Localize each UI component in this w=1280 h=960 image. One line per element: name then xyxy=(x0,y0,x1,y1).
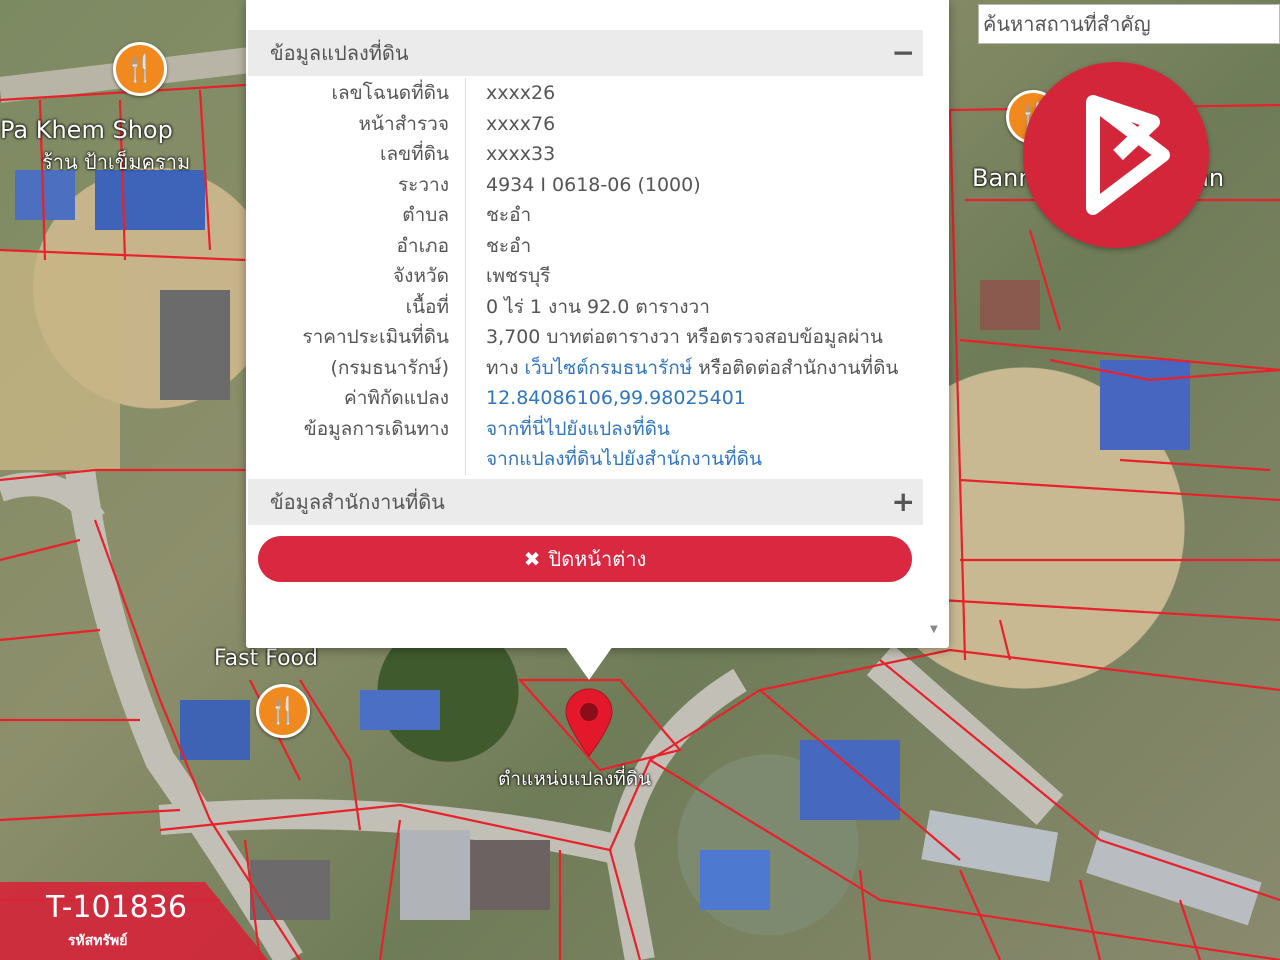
map-label-shop-th: ร้าน ป้าเข็มคราม xyxy=(42,150,191,174)
row-value: xxxx33 xyxy=(486,143,556,166)
land-office-section-header[interactable]: ข้อมูลสำนักงานที่ดิน + xyxy=(248,479,923,525)
table-row: เลขโฉนดที่ดิน xxxx26 xyxy=(248,78,923,109)
appraisal-row: ราคาประเมินที่ดิน 3,700 บาทต่อตารางวา หร… xyxy=(248,322,923,353)
directions-to-parcel-link[interactable]: จากที่นี่ไปยังแปลงที่ดิน xyxy=(486,418,670,440)
coords-row: ค่าพิกัดแปลง 12.84086106,99.98025401 xyxy=(248,383,923,414)
row-value: เพชรบุรี xyxy=(486,265,551,288)
restaurant-marker-icon[interactable]: 🍴 xyxy=(113,42,167,96)
land-info-popup: ข้อมูลแปลงที่ดิน − เลขโฉนดที่ดิน xxxx26 … xyxy=(246,0,949,648)
search-input[interactable] xyxy=(983,12,1279,36)
appraisal-key: ราคาประเมินที่ดิน xyxy=(248,322,466,353)
property-code: T-101836 xyxy=(46,890,187,925)
appraisal-key-sub: (กรมธนารักษ์) xyxy=(248,352,466,383)
map-label-fast-food: Fast Food xyxy=(214,646,318,671)
close-window-button[interactable]: ✖ ปิดหน้าต่าง xyxy=(258,536,912,582)
table-row: เลขที่ดิน xxxx33 xyxy=(248,139,923,170)
collapse-icon[interactable]: − xyxy=(892,39,915,67)
map-label-shop-en: Pa Khem Shop xyxy=(0,116,173,144)
land-office-section-title: ข้อมูลสำนักงานที่ดิน xyxy=(270,490,445,514)
coords-key: ค่าพิกัดแปลง xyxy=(248,383,466,414)
row-value: 4934 I 0618-06 (1000) xyxy=(486,173,701,196)
place-search-box[interactable] xyxy=(978,4,1280,44)
row-value: ชะอำ xyxy=(486,204,532,227)
row-value: ชะอำ xyxy=(486,234,532,257)
restaurant-marker-icon[interactable]: 🍴 xyxy=(256,684,310,738)
table-row: หน้าสำรวจ xxxx76 xyxy=(248,108,923,139)
table-row: เนื้อที่ 0 ไร่ 1 งาน 92.0 ตารางวา xyxy=(248,291,923,322)
row-key: เลขที่ดิน xyxy=(248,139,466,170)
close-window-label: ปิดหน้าต่าง xyxy=(548,547,647,571)
row-value: xxxx26 xyxy=(486,82,556,105)
appraisal-post-text: หรือติดต่อสำนักงานที่ดิน xyxy=(692,356,899,379)
appraisal-value: 3,700 บาทต่อตารางวา หรือตรวจสอบข้อมูลผ่า… xyxy=(486,326,883,349)
expand-icon[interactable]: + xyxy=(892,488,915,516)
land-info-section-title: ข้อมูลแปลงที่ดิน xyxy=(270,41,409,65)
scroll-down-arrow-icon[interactable]: ▼ xyxy=(930,624,938,635)
brand-logo-icon xyxy=(1086,95,1170,215)
appraisal-value-2: ทาง เว็บไซต์กรมธนารักษ์ หรือติดต่อสำนักง… xyxy=(466,353,898,383)
property-code-label: รหัสทรัพย์ xyxy=(68,933,128,949)
popup-pointer xyxy=(565,646,613,680)
directions-row-2: จากแปลงที่ดินไปยังสำนักงานที่ดิน xyxy=(248,444,923,475)
row-value: 0 ไร่ 1 งาน 92.0 ตารางวา xyxy=(486,295,710,318)
directions-key-empty xyxy=(248,444,466,475)
brand-logo xyxy=(1023,62,1209,248)
parcel-location-label: ตำแหน่งแปลงที่ดิน xyxy=(498,768,652,790)
directions-to-office-link[interactable]: จากแปลงที่ดินไปยังสำนักงานที่ดิน xyxy=(486,448,762,470)
treasury-website-link[interactable]: เว็บไซต์กรมธนารักษ์ xyxy=(525,357,693,379)
table-row: ระวาง 4934 I 0618-06 (1000) xyxy=(248,169,923,200)
directions-key: ข้อมูลการเดินทาง xyxy=(248,413,466,444)
table-row: ตำบล ชะอำ xyxy=(248,200,923,231)
row-key: หน้าสำรวจ xyxy=(248,108,466,139)
row-key: เนื้อที่ xyxy=(248,291,466,322)
directions-value: จากที่นี่ไปยังแปลงที่ดิน xyxy=(466,414,670,444)
land-info-table: เลขโฉนดที่ดิน xxxx26 หน้าสำรวจ xxxx76 เล… xyxy=(248,78,923,475)
appraisal-pre-text: ทาง xyxy=(486,356,525,379)
map-pin-icon xyxy=(565,688,613,757)
table-row: อำเภอ ชะอำ xyxy=(248,230,923,261)
row-key: ตำบล xyxy=(248,200,466,231)
directions-value-2: จากแปลงที่ดินไปยังสำนักงานที่ดิน xyxy=(466,444,762,474)
row-key: อำเภอ xyxy=(248,230,466,261)
coords-link[interactable]: 12.84086106,99.98025401 xyxy=(486,387,746,409)
land-info-section-header[interactable]: ข้อมูลแปลงที่ดิน − xyxy=(248,30,923,76)
close-icon: ✖ xyxy=(523,547,541,571)
parcel-location-marker[interactable] xyxy=(564,688,614,762)
appraisal-row-2: (กรมธนารักษ์) ทาง เว็บไซต์กรมธนารักษ์ หร… xyxy=(248,352,923,383)
row-key: จังหวัด xyxy=(248,261,466,292)
directions-row: ข้อมูลการเดินทาง จากที่นี่ไปยังแปลงที่ดิ… xyxy=(248,413,923,444)
row-key: เลขโฉนดที่ดิน xyxy=(248,78,466,109)
coords-value: 12.84086106,99.98025401 xyxy=(466,387,746,409)
row-value: xxxx76 xyxy=(486,112,556,135)
row-key: ระวาง xyxy=(248,169,466,200)
property-code-badge: T-101836 รหัสทรัพย์ xyxy=(0,882,268,960)
table-row: จังหวัด เพชรบุรี xyxy=(248,261,923,292)
